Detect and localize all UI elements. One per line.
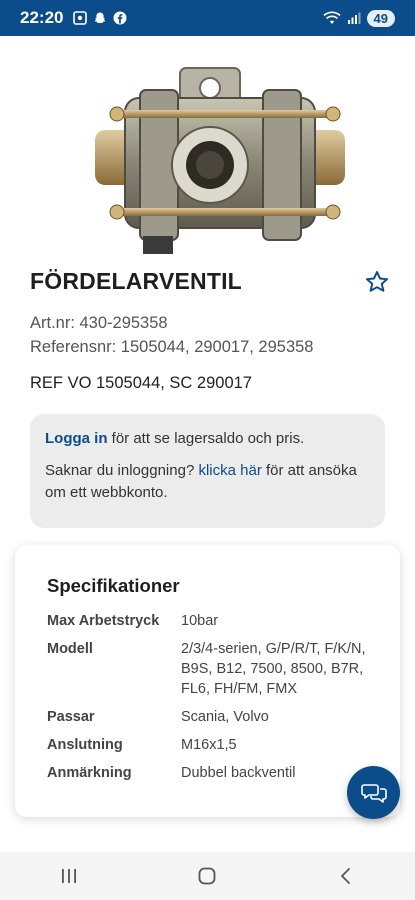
valve-product-image (95, 67, 345, 254)
chat-icon (360, 783, 387, 803)
recent-apps-button[interactable] (39, 856, 99, 896)
battery-level: 49 (366, 9, 395, 27)
back-button[interactable] (316, 856, 376, 896)
spec-row: Max Arbetstryck 10bar (47, 611, 368, 631)
status-bar: 22:20 49 (0, 0, 415, 36)
status-time: 22:20 (20, 8, 64, 27)
facebook-icon (113, 11, 127, 25)
chat-button[interactable] (347, 766, 400, 819)
back-icon (340, 868, 350, 884)
spec-key: Max Arbetstryck (47, 613, 160, 629)
product-title-row: FÖRDELARVENTIL (30, 268, 390, 295)
navigation-bar (0, 852, 415, 900)
screenshot-icon (73, 11, 88, 25)
spec-key: Anslutning (47, 737, 123, 753)
login-link[interactable]: Logga in (45, 430, 108, 447)
specifications-card: Specifikationer Max Arbetstryck 10bar Mo… (15, 545, 400, 817)
login-line-1: Logga in för att se lagersaldo och pris. (45, 428, 370, 450)
spec-key: Modell (47, 641, 93, 657)
spec-value: Scania, Volvo (181, 709, 269, 725)
spec-value: M16x1,5 (181, 737, 237, 753)
status-notification-icons (73, 11, 127, 25)
spec-key: Passar (47, 709, 95, 725)
favorite-star-icon[interactable] (364, 269, 390, 295)
status-system-icons: 49 (322, 9, 395, 27)
spec-value: Dubbel backventil (181, 765, 296, 781)
spec-row: Passar Scania, Volvo (47, 707, 368, 727)
home-icon (199, 867, 216, 885)
login-info-box: Logga in för att se lagersaldo och pris.… (30, 414, 385, 528)
login-line-2: Saknar du inloggning? klicka här för att… (45, 460, 370, 504)
spec-row: Anmärkning Dubbel backventil (47, 763, 368, 783)
home-button[interactable] (177, 856, 237, 896)
spec-row: Anslutning M16x1,5 (47, 735, 368, 755)
apply-account-link[interactable]: klicka här (198, 462, 261, 479)
wifi-icon (322, 11, 341, 24)
ref-description: REF VO 1505044, SC 290017 (30, 374, 252, 392)
spec-row: Modell 2/3/4-serien, G/P/R/T, F/K/N, B9S… (47, 639, 368, 699)
login-line-1-text: för att se lagersaldo och pris. (107, 430, 305, 447)
product-title: FÖRDELARVENTIL (30, 268, 242, 294)
spec-key: Anmärkning (47, 765, 132, 781)
spec-value: 2/3/4-serien, G/P/R/T, F/K/N, B9S, B12, … (181, 641, 366, 697)
login-line-2-prefix: Saknar du inloggning? (45, 462, 199, 479)
spec-value: 10bar (181, 613, 219, 629)
article-number: Art.nr: 430-295358 (30, 314, 168, 332)
signal-icon (347, 12, 361, 24)
recent-apps-icon (62, 869, 77, 883)
product-meta: Art.nr: 430-295358 Referensnr: 1505044, … (30, 311, 313, 359)
specifications-title: Specifikationer (47, 575, 180, 596)
snapchat-icon (95, 12, 106, 23)
reference-numbers: Referensnr: 1505044, 290017, 295358 (30, 338, 314, 356)
